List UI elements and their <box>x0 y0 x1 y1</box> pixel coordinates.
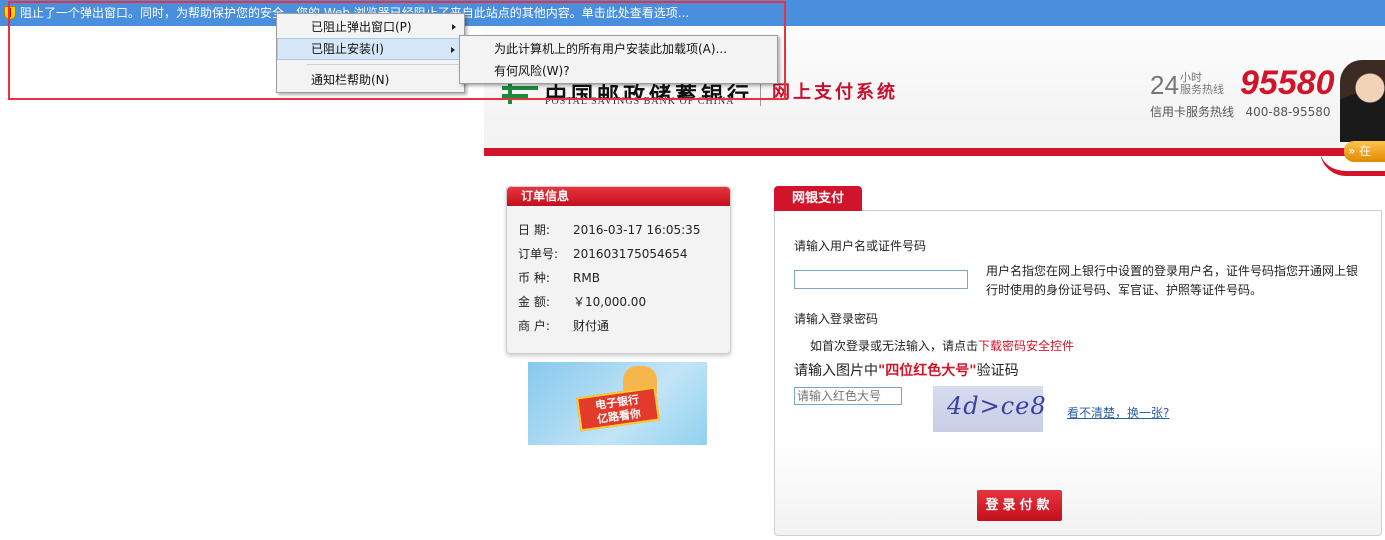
online-service-label: 在 <box>1359 144 1372 158</box>
order-row-currency: 币 种: RMB <box>518 269 600 286</box>
menu-item-label: 为此计算机上的所有用户安装此加载项(A)... <box>494 42 728 56</box>
order-row-value: ￥10,000.00 <box>573 295 647 309</box>
login-pay-button[interactable]: 登录付款 <box>977 490 1062 521</box>
menu-item-label: 有何风险(W)? <box>494 64 570 78</box>
bank-logo-icon <box>502 82 538 104</box>
service-agent-avatar <box>1340 60 1385 142</box>
username-label: 请输入用户名或证件号码 <box>794 239 927 253</box>
menu-item-label: 已阻止安装(I) <box>311 42 384 56</box>
credit-card-number: 400-88-95580 <box>1245 105 1331 119</box>
username-hint: 用户名指您在网上银行中设置的登录用户名，证件号码指您开通网上银行时使用的身份证号… <box>986 264 1359 297</box>
submenu-arrow-icon <box>452 24 456 30</box>
credit-card-hotline: 信用卡服务热线 400-88-95580 <box>1150 103 1330 120</box>
menu-item-what-risk[interactable]: 有何风险(W)? <box>460 60 777 82</box>
header-red-band <box>484 148 1385 156</box>
captcha-title-suffix: 验证码 <box>976 363 1019 379</box>
order-row-value: 201603175054654 <box>573 247 688 261</box>
order-row-key: 日 期: <box>518 223 550 237</box>
order-row-key: 商 户: <box>518 319 550 333</box>
shield-icon <box>4 6 16 20</box>
menu-item-label: 通知栏帮助(N) <box>311 73 390 87</box>
hotline-number: 95580 <box>1240 64 1335 102</box>
menu-item-infobar-help[interactable]: 通知栏帮助(N) <box>277 69 464 91</box>
order-row-value: RMB <box>573 271 600 285</box>
payment-system-title: 网上支付系统 <box>772 82 898 103</box>
menu-item-blocked-popups[interactable]: 已阻止弹出窗口(P) <box>277 16 464 38</box>
banner-sign: 电子银行 亿路看你 <box>576 386 660 432</box>
captcha-input[interactable] <box>794 387 902 405</box>
password-hint-text: 如首次登录或无法输入，请点击 <box>810 339 979 353</box>
menu-item-install-addon[interactable]: 为此计算机上的所有用户安装此加载项(A)... <box>460 38 777 60</box>
password-label: 请输入登录密码 <box>794 312 879 326</box>
order-info-title: 订单信息 <box>507 187 730 206</box>
order-row-value: 2016-03-17 16:05:35 <box>573 223 701 237</box>
download-security-control-link[interactable]: 下载密码安全控件 <box>978 339 1074 353</box>
refresh-captcha-link[interactable]: 看不清楚，换一张? <box>1067 404 1169 421</box>
username-input[interactable] <box>794 270 968 289</box>
order-info-panel: 订单信息 日 期: 2016-03-17 16:05:35 订单号: 2016031… <box>506 186 731 354</box>
captcha-image[interactable]: 4d>ce8 <box>933 386 1046 432</box>
menu-separator <box>307 64 462 65</box>
captcha-title: 请输入图片中"四位红色大号"验证码 <box>794 360 1019 380</box>
bank-name-en: POSTAL SAVINGS BANK OF CHINA <box>545 96 735 107</box>
order-row-key: 金 额: <box>518 295 550 309</box>
security-info-bar[interactable]: 阻止了一个弹出窗口。同时，为帮助保护您的安全，您的 Web 浏览器已经阻止了来自… <box>0 0 1385 26</box>
blocked-install-submenu: 为此计算机上的所有用户安装此加载项(A)... 有何风险(W)? <box>459 35 778 84</box>
captcha-title-prefix: 请输入图片中 <box>794 363 878 379</box>
order-row-key: 币 种: <box>518 271 550 285</box>
credit-card-label: 信用卡服务热线 <box>1150 105 1235 119</box>
menu-item-blocked-install[interactable]: 已阻止安装(I) <box>277 38 464 60</box>
captcha-title-highlight: "四位红色大号" <box>878 363 977 379</box>
submenu-arrow-icon <box>451 47 455 53</box>
order-row-merchant: 商 户: 财付通 <box>518 317 609 334</box>
order-row-value: 财付通 <box>573 319 610 333</box>
password-hint: 如首次登录或无法输入，请点击下载密码安全控件 <box>810 337 1074 354</box>
order-row-amount: 金 额: ￥10,000.00 <box>518 293 646 310</box>
hours-24: 24 <box>1150 70 1179 100</box>
online-service-button[interactable]: » 在 <box>1344 141 1385 162</box>
captcha-image-text: 4d>ce8 <box>947 392 1047 420</box>
order-row-number: 订单号: 201603175054654 <box>518 245 688 262</box>
order-row-key: 订单号: <box>518 247 559 261</box>
ebank-promo-banner[interactable]: 电子银行 亿路看你 <box>528 362 707 445</box>
menu-item-label: 已阻止弹出窗口(P) <box>311 20 412 34</box>
order-row-date: 日 期: 2016-03-17 16:05:35 <box>518 221 700 238</box>
info-bar-context-menu: 已阻止弹出窗口(P) 已阻止安装(I) 通知栏帮助(N) <box>276 13 465 93</box>
service-hotline-label: 服务热线 <box>1180 83 1224 96</box>
tab-ebank-payment[interactable]: 网银支付 <box>774 186 862 211</box>
hotline-label: 小时 服务热线 <box>1180 72 1224 96</box>
